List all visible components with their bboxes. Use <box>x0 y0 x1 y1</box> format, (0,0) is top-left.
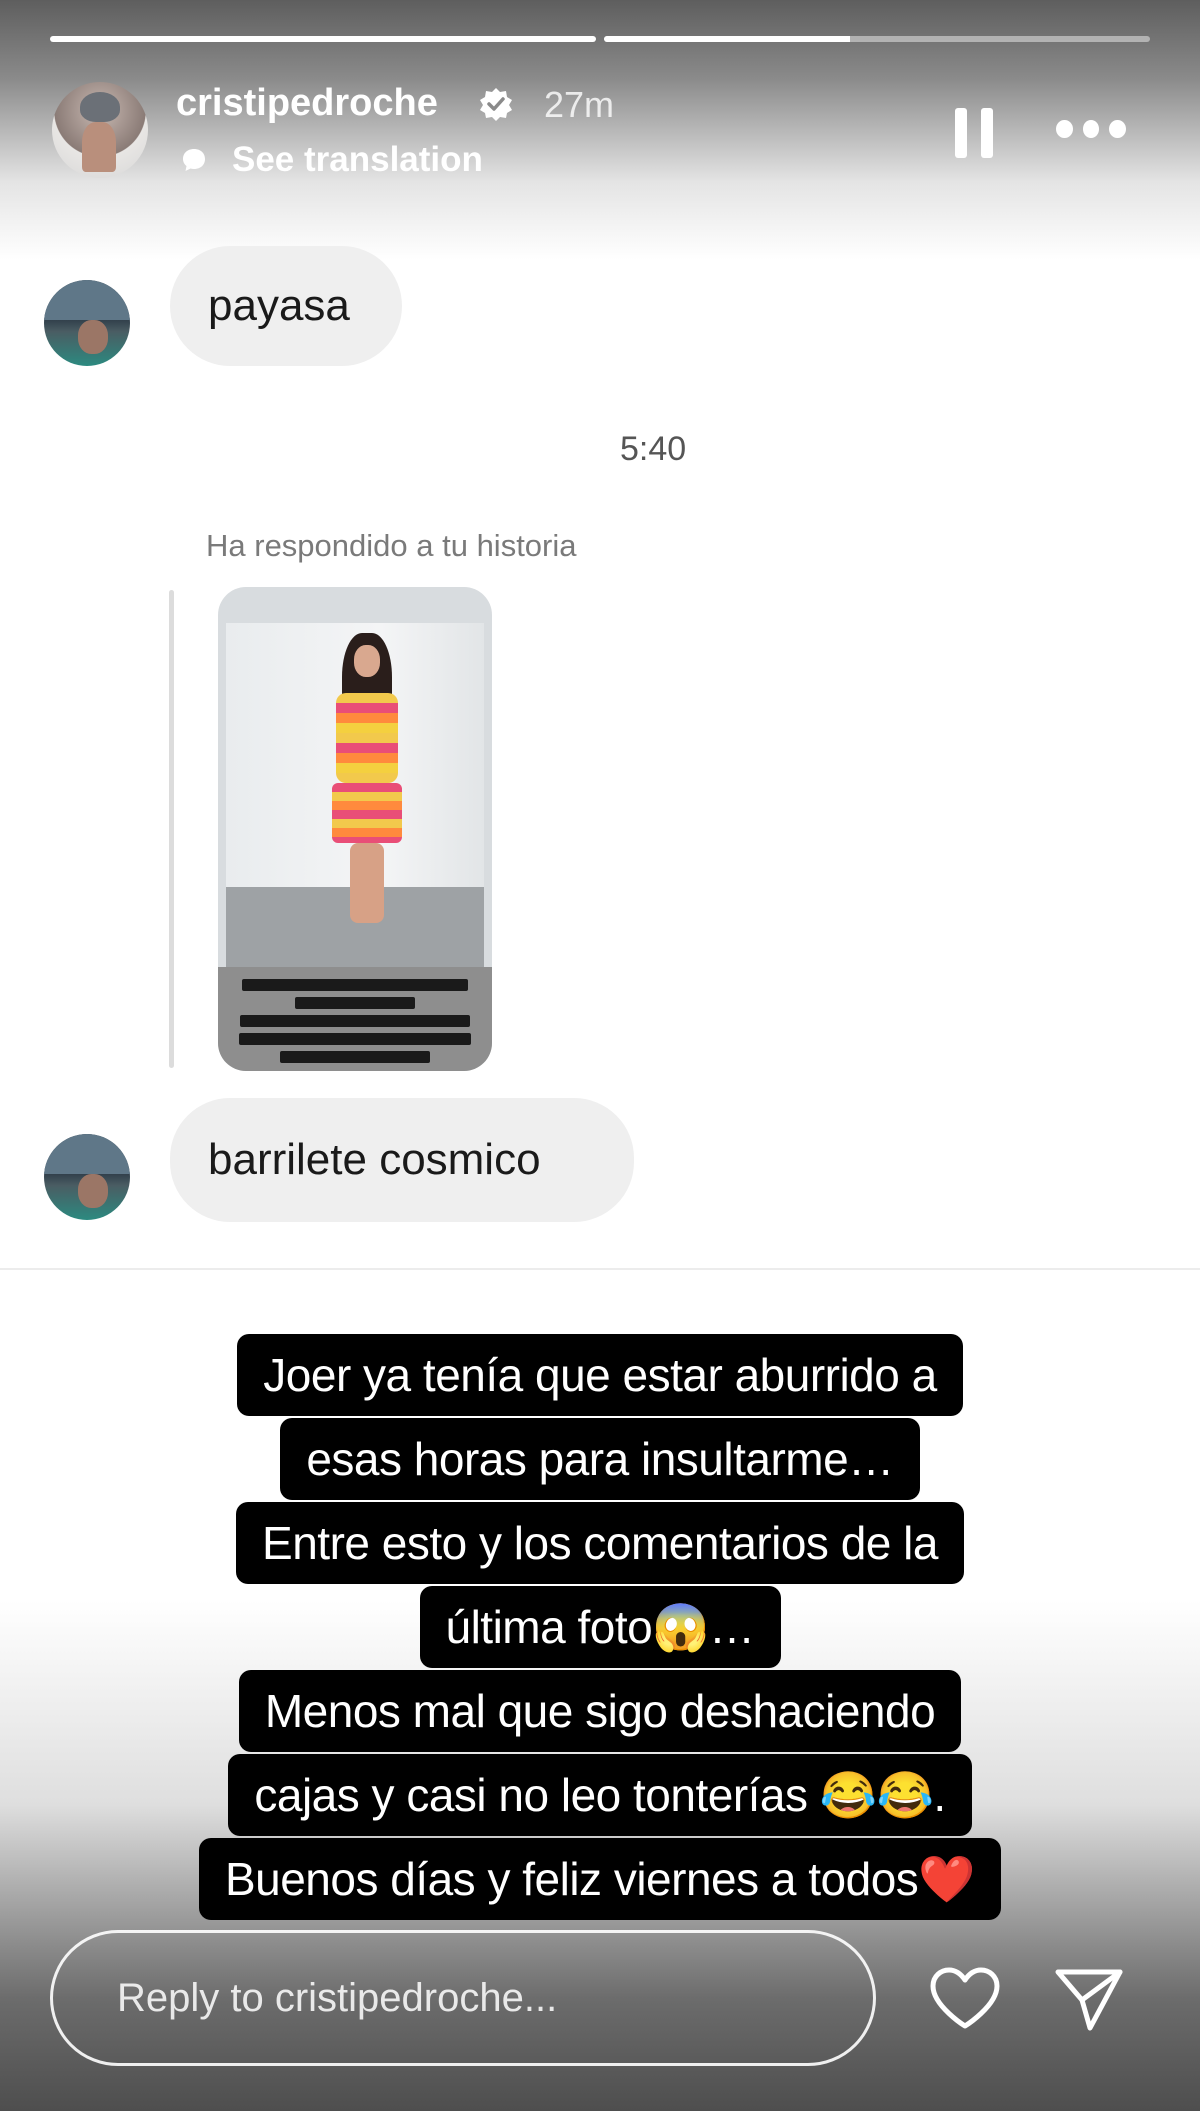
reply-placeholder: Reply to cristipedroche... <box>117 1975 558 2020</box>
caption-text: Joer ya tenía que estar aburrido a <box>237 1334 963 1416</box>
caption-line: Buenos días y feliz viernes a todos❤️ <box>0 1838 1200 1920</box>
story-photo-person <box>322 633 412 933</box>
message-text: payasa <box>208 281 350 330</box>
caption-text: cajas y casi no leo tonterías 😂😂. <box>228 1754 972 1836</box>
author-username[interactable]: cristipedroche <box>176 82 438 125</box>
replied-story-thumbnail <box>218 587 492 1071</box>
message-bubble: barrilete cosmico <box>170 1098 634 1222</box>
story-progress-bar <box>50 36 1150 42</box>
see-translation-link[interactable]: See translation <box>232 140 483 180</box>
message-text: barrilete cosmico <box>208 1135 541 1184</box>
caption-text: Menos mal que sigo deshaciendo <box>238 1670 962 1752</box>
sender-avatar <box>44 1134 130 1220</box>
author-avatar[interactable] <box>52 82 148 178</box>
replied-to-story-label: Ha respondido a tu historia <box>206 528 577 563</box>
divider <box>0 1268 1200 1270</box>
chat-timestamp: 5:40 <box>620 430 687 468</box>
progress-segment <box>604 36 1150 42</box>
message-bubble: payasa <box>170 246 402 366</box>
caption-text: esas horas para insultarme… <box>280 1418 920 1500</box>
send-icon[interactable] <box>1054 1966 1124 2032</box>
caption-text: Entre esto y los comentarios de la <box>236 1502 964 1584</box>
sender-avatar <box>44 280 130 366</box>
heart-icon[interactable] <box>928 1966 1002 2032</box>
caption-text: Buenos días y feliz viernes a todos❤️ <box>198 1838 1002 1920</box>
progress-segment <box>50 36 596 42</box>
caption-line: Menos mal que sigo deshaciendo <box>0 1670 1200 1752</box>
speech-bubble-icon <box>183 149 205 171</box>
reply-input[interactable]: Reply to cristipedroche... <box>50 1930 876 2066</box>
caption-line: Joer ya tenía que estar aburrido a <box>0 1334 1200 1416</box>
more-dots-icon[interactable] <box>1056 120 1127 142</box>
post-time: 27m <box>544 84 615 125</box>
pause-icon[interactable] <box>955 108 995 158</box>
caption-line: cajas y casi no leo tonterías 😂😂. <box>0 1754 1200 1836</box>
progress-fill <box>50 36 596 42</box>
caption-line: esas horas para insultarme… <box>0 1418 1200 1500</box>
thumbnail-caption <box>232 979 478 1063</box>
caption-line: Entre esto y los comentarios de la <box>0 1502 1200 1584</box>
verified-badge-icon <box>480 88 512 121</box>
caption-line: última foto😱… <box>0 1586 1200 1668</box>
caption-text: última foto😱… <box>419 1586 781 1668</box>
progress-fill <box>604 36 850 42</box>
reply-quote-bar <box>169 590 174 1068</box>
